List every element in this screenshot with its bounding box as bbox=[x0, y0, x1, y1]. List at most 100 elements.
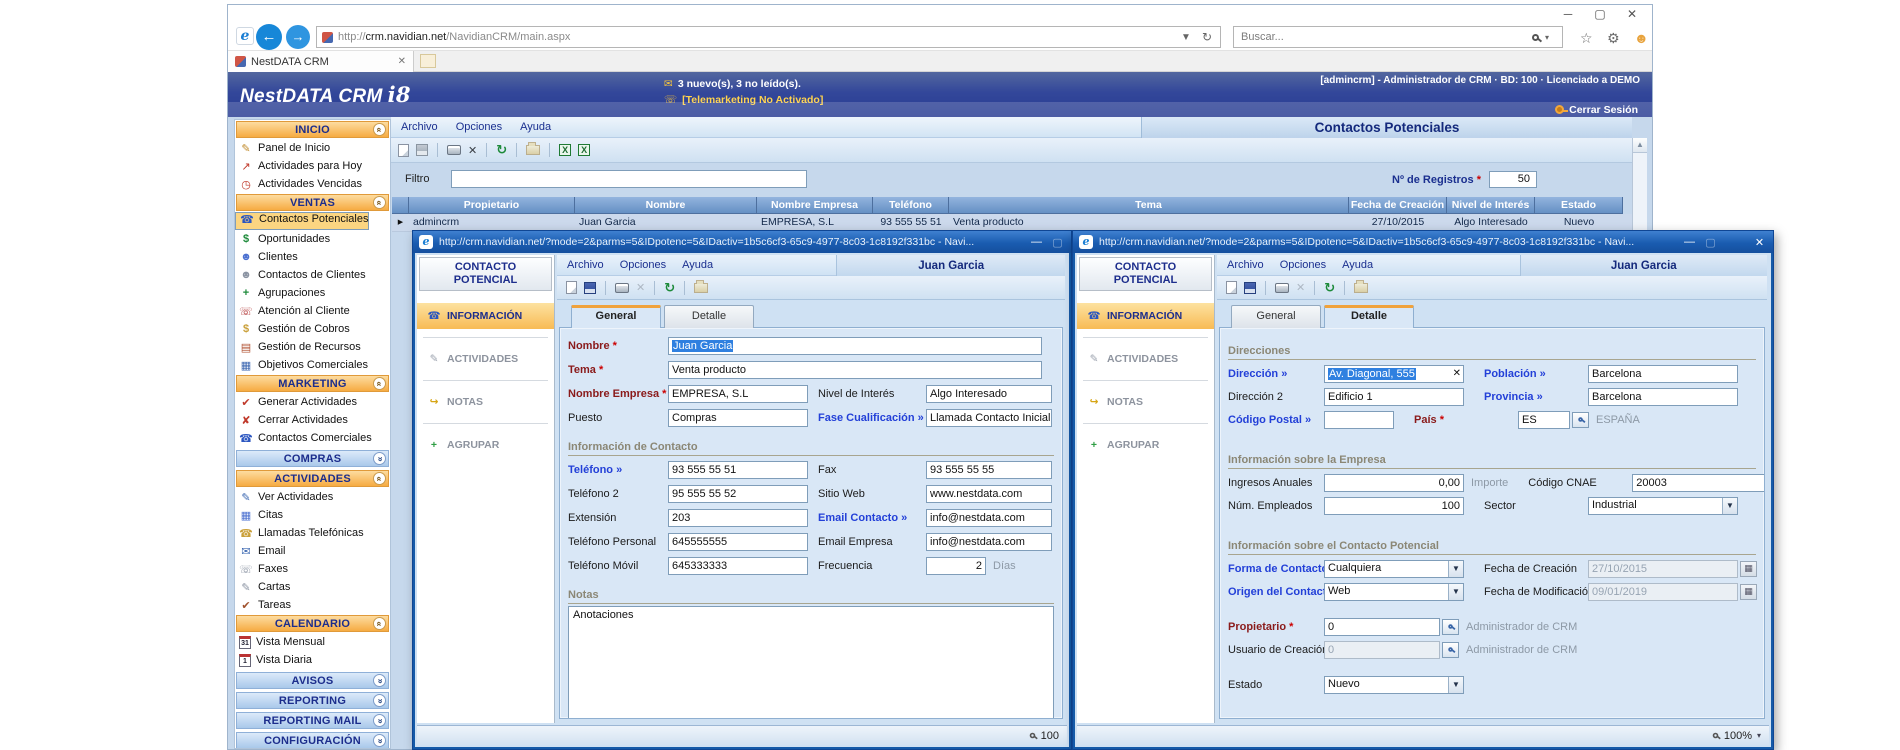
filter-input[interactable] bbox=[451, 170, 807, 188]
chevron-up-icon[interactable]: « bbox=[373, 617, 386, 630]
sidebar-item-cartas[interactable]: ✎Cartas bbox=[235, 578, 390, 596]
sector-select[interactable]: Industrial▼ bbox=[1588, 497, 1738, 515]
mail-notification[interactable]: ✉3 nuevo(s), 3 no leído(s). bbox=[664, 76, 823, 92]
print-icon[interactable] bbox=[447, 145, 461, 155]
sidebar-item-actividades-vencidas[interactable]: ◷Actividades Vencidas bbox=[235, 175, 390, 193]
menu-item-archivo[interactable]: Archivo bbox=[567, 259, 604, 271]
grid-col-nivel-de-interes[interactable]: Nivel de Interés bbox=[1447, 197, 1535, 214]
new-document-icon[interactable] bbox=[398, 144, 409, 157]
tab-detalle[interactable]: Detalle bbox=[664, 305, 754, 328]
save-icon[interactable] bbox=[584, 282, 596, 294]
popup-nav-notas[interactable]: ↪NOTAS bbox=[417, 389, 554, 415]
new-document-icon[interactable] bbox=[1226, 281, 1237, 294]
sidebar-item-citas[interactable]: ▦Citas bbox=[235, 506, 390, 524]
save-icon[interactable] bbox=[416, 144, 428, 156]
scroll-up-icon[interactable]: ▲ bbox=[1633, 138, 1647, 153]
refresh-icon[interactable]: ↻ bbox=[496, 142, 507, 158]
sitio-web-input[interactable]: www.nestdata.com bbox=[926, 485, 1052, 503]
forma-de-contacto-select[interactable]: Cualquiera▼ bbox=[1324, 560, 1464, 578]
sidebar-section-marketing[interactable]: MARKETING« bbox=[236, 375, 389, 392]
popup-nav-actividades[interactable]: ✎ACTIVIDADES bbox=[1077, 346, 1214, 372]
chevron-down-icon[interactable]: « bbox=[373, 674, 386, 687]
nivel-de-interes-input[interactable]: Algo Interesado bbox=[926, 385, 1052, 403]
calendar-icon[interactable]: ▦ bbox=[1740, 584, 1757, 600]
delete-icon[interactable]: ✕ bbox=[468, 144, 477, 157]
popup-close-icon[interactable]: ✕ bbox=[1752, 236, 1767, 249]
search-icon[interactable] bbox=[1532, 34, 1539, 41]
sidebar-item-contactos-comerciales[interactable]: ☎Contactos Comerciales bbox=[235, 429, 390, 447]
zoom-level[interactable]: 100% bbox=[1724, 730, 1752, 742]
autocomplete-dropdown-icon[interactable]: ▼ bbox=[1178, 32, 1194, 43]
back-button[interactable]: ← bbox=[256, 24, 282, 50]
sidebar-section-reporting-mail[interactable]: REPORTING MAIL« bbox=[236, 712, 389, 729]
browser-tab[interactable]: NestDATA CRM ✕ bbox=[228, 51, 414, 72]
poblacion-input[interactable]: Barcelona bbox=[1588, 365, 1738, 383]
direccion-2-input[interactable]: Edificio 1 bbox=[1324, 388, 1464, 406]
num-empleados-input[interactable]: 100 bbox=[1324, 497, 1464, 515]
lookup-icon[interactable] bbox=[1572, 412, 1589, 428]
popup-nav-actividades[interactable]: ✎ACTIVIDADES bbox=[417, 346, 554, 372]
menu-item-opciones[interactable]: Opciones bbox=[456, 121, 502, 133]
close-icon[interactable]: ✕ bbox=[1624, 7, 1640, 21]
dropdown-arrow-icon[interactable]: ▼ bbox=[1448, 677, 1463, 693]
smiley-feedback-icon[interactable]: ☻ bbox=[1634, 30, 1649, 46]
popup-minimize-icon[interactable]: — bbox=[1029, 236, 1044, 248]
grid-col-estado[interactable]: Estado bbox=[1535, 197, 1623, 214]
usuario-de-creacion-input[interactable]: 0 bbox=[1324, 641, 1440, 659]
sidebar-item-faxes[interactable]: ☏Faxes bbox=[235, 560, 390, 578]
calendar-icon[interactable]: ▦ bbox=[1740, 561, 1757, 577]
sidebar-item-contactos-de-clientes[interactable]: ☻Contactos de Clientes bbox=[235, 266, 390, 284]
zoom-level[interactable]: 100 bbox=[1041, 730, 1059, 742]
sidebar-item-vista-diaria[interactable]: 1Vista Diaria bbox=[235, 651, 390, 669]
sidebar-item-gestion-de-recursos[interactable]: ▤Gestión de Recursos bbox=[235, 338, 390, 356]
dropdown-arrow-icon[interactable]: ▼ bbox=[1448, 561, 1463, 577]
new-document-icon[interactable] bbox=[566, 281, 577, 294]
nombre-input[interactable]: Juan Garcia bbox=[668, 337, 1042, 355]
popup-titlebar[interactable]: e http://crm.navidian.net/?mode=2&parms=… bbox=[1073, 231, 1773, 253]
chevron-down-icon[interactable]: « bbox=[373, 452, 386, 465]
grid-col-fecha-de-creacion[interactable]: Fecha de Creación bbox=[1349, 197, 1447, 214]
maximize-icon[interactable]: ▢ bbox=[1592, 7, 1608, 21]
provincia-input[interactable]: Barcelona bbox=[1588, 388, 1738, 406]
codigo-cnae-input[interactable]: 20003 bbox=[1632, 474, 1765, 492]
forward-button[interactable]: → bbox=[286, 25, 310, 49]
email-contacto-input[interactable]: info@nestdata.com bbox=[926, 509, 1052, 527]
tab-general[interactable]: General bbox=[1231, 305, 1321, 328]
excel-import-icon[interactable]: X bbox=[578, 144, 590, 156]
logout-button[interactable]: Cerrar Sesión bbox=[1569, 104, 1638, 116]
sidebar-item-actividades-para-hoy[interactable]: ↗Actividades para Hoy bbox=[235, 157, 390, 175]
menu-item-opciones[interactable]: Opciones bbox=[620, 259, 666, 271]
tab-close-icon[interactable]: ✕ bbox=[398, 56, 406, 67]
sidebar-section-configuracion[interactable]: CONFIGURACIÓN« bbox=[236, 732, 389, 749]
refresh-icon[interactable]: ↻ bbox=[1324, 280, 1335, 296]
tab-general[interactable]: General bbox=[571, 305, 661, 328]
menu-item-ayuda[interactable]: Ayuda bbox=[520, 121, 551, 133]
lookup-icon[interactable] bbox=[1442, 619, 1459, 635]
sidebar-section-inicio[interactable]: INICIO« bbox=[236, 121, 389, 138]
dropdown-arrow-icon[interactable]: ▼ bbox=[1448, 584, 1463, 600]
new-tab-button[interactable] bbox=[420, 54, 436, 68]
chevron-up-icon[interactable]: « bbox=[373, 377, 386, 390]
chevron-down-icon[interactable]: « bbox=[373, 694, 386, 707]
grid-col-tema[interactable]: Tema bbox=[949, 197, 1349, 214]
menu-item-ayuda[interactable]: Ayuda bbox=[1342, 259, 1373, 271]
sidebar-item-contactos-potenciales[interactable]: ☎Contactos Potenciales bbox=[235, 212, 369, 230]
chevron-up-icon[interactable]: « bbox=[373, 196, 386, 209]
delete-icon[interactable]: ✕ bbox=[636, 281, 645, 294]
sidebar-item-clientes[interactable]: ☻Clientes bbox=[235, 248, 390, 266]
lookup-icon[interactable] bbox=[1442, 642, 1459, 658]
dropdown-arrow-icon[interactable]: ▼ bbox=[1722, 498, 1737, 514]
popup-nav-informacion[interactable]: ☎INFORMACIÓN bbox=[1077, 303, 1214, 329]
popup-nav-agrupar[interactable]: +AGRUPAR bbox=[1077, 432, 1214, 458]
notes-textarea[interactable]: Anotaciones bbox=[568, 606, 1054, 719]
menu-item-archivo[interactable]: Archivo bbox=[401, 121, 438, 133]
refresh-page-icon[interactable]: ↻ bbox=[1199, 30, 1215, 44]
sidebar-item-vista-mensual[interactable]: 31Vista Mensual bbox=[235, 633, 390, 651]
save-icon[interactable] bbox=[1244, 282, 1256, 294]
sidebar-item-oportunidades[interactable]: $Oportunidades bbox=[235, 230, 390, 248]
tema-input[interactable]: Venta producto bbox=[668, 361, 1042, 379]
telefono-personal-input[interactable]: 645555555 bbox=[668, 533, 808, 551]
ingresos-anuales-input[interactable]: 0,00 bbox=[1324, 474, 1464, 492]
nombre-empresa-input[interactable]: EMPRESA, S.L bbox=[668, 385, 808, 403]
chevron-down-icon[interactable]: « bbox=[373, 714, 386, 727]
